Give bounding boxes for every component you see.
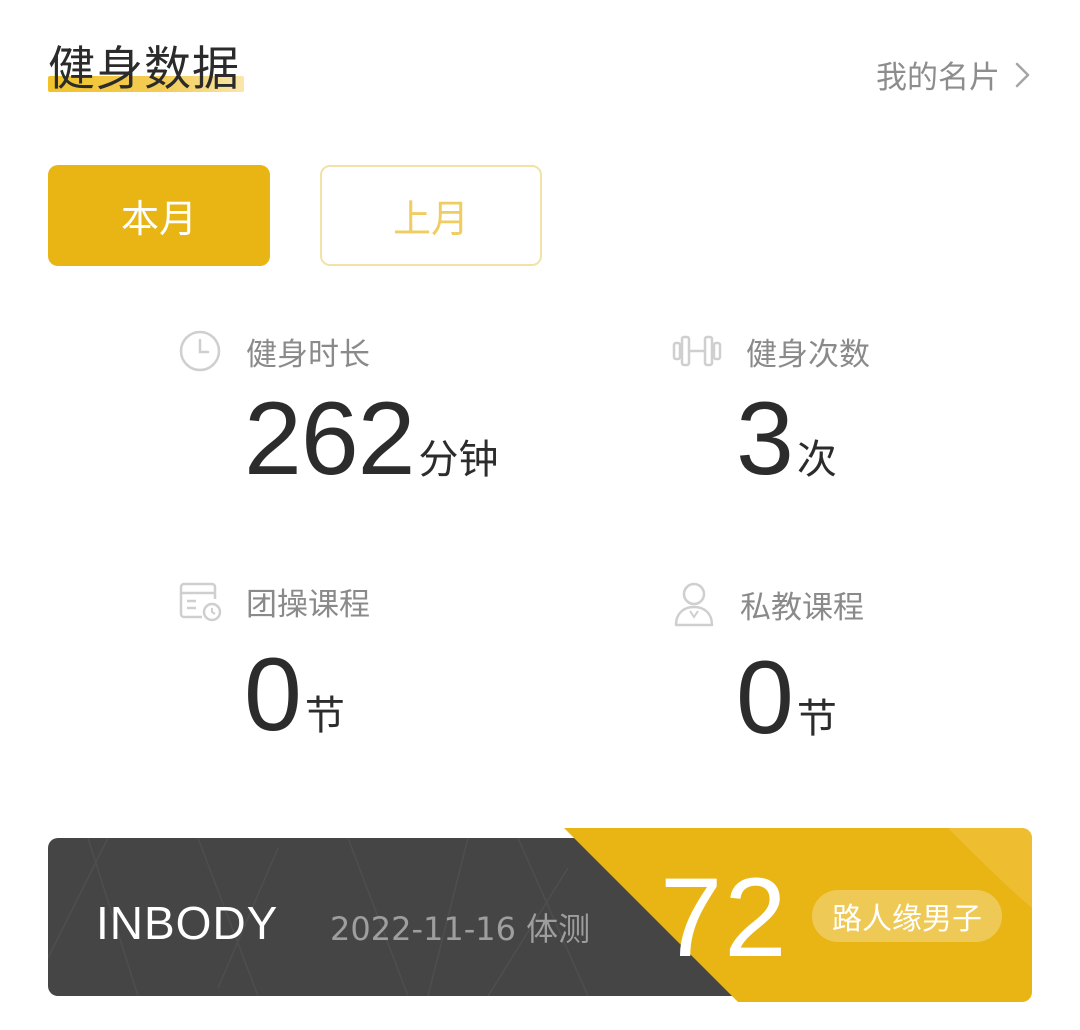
stat-count-value: 3 [736,381,794,497]
dumbbell-icon [672,329,722,373]
tab-this-month[interactable]: 本月 [48,165,270,266]
my-card-label: 我的名片 [876,60,1000,96]
stat-duration: 健身时长 262 分钟 [178,327,499,491]
title-wrap: 健身数据 [48,40,244,100]
stat-group-class: 团操课程 0 节 [178,577,370,747]
my-card-link[interactable]: 我的名片 [876,52,1034,97]
inbody-score: 72 [660,855,789,980]
month-tabs: 本月 上月 [48,165,542,266]
clock-icon [178,329,222,373]
stat-personal-class: 私教课程 0 节 [672,580,864,750]
stat-group-class-value: 0 [244,637,302,753]
chevron-right-icon [1015,62,1030,87]
stat-personal-class-unit: 节 [796,696,837,742]
stat-count-unit: 次 [796,437,837,483]
stat-personal-class-label: 私教课程 [740,589,864,626]
section-header: 健身数据 我的名片 [0,0,1080,130]
calendar-clock-icon [178,579,222,623]
tab-last-month[interactable]: 上月 [320,165,542,266]
inbody-date: 2022-11-16 体测 [330,910,591,948]
inbody-label: INBODY [96,897,279,949]
stat-duration-unit: 分钟 [418,437,499,483]
inbody-banner[interactable]: INBODY 2022-11-16 体测 72 路人缘男子 [48,828,1032,1002]
trainer-icon [672,582,716,627]
stat-group-class-unit: 节 [304,693,345,739]
page-title: 健身数据 [48,42,240,97]
stat-duration-label: 健身时长 [246,336,370,373]
stat-personal-class-value: 0 [736,640,794,756]
stat-count: 健身次数 3 次 [672,327,870,491]
stat-duration-value: 262 [244,381,416,497]
stat-group-class-label: 团操课程 [246,586,370,623]
inbody-badge: 路人缘男子 [812,890,1002,942]
stat-count-label: 健身次数 [746,336,870,373]
